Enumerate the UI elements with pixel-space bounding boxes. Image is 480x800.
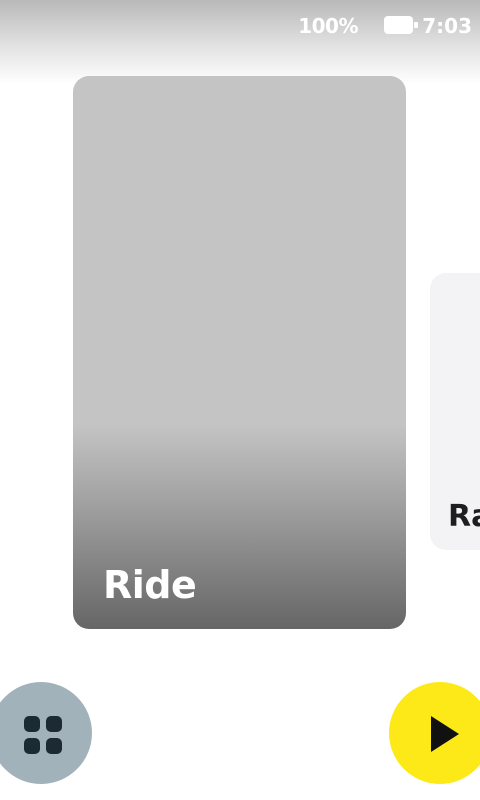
status-time: 7:03 bbox=[422, 14, 472, 38]
activity-card-next[interactable]: Ra bbox=[430, 273, 480, 550]
status-bar: 100% 7:03 bbox=[0, 0, 480, 84]
menu-button[interactable] bbox=[0, 682, 92, 784]
activity-card-label: Ra bbox=[448, 499, 480, 534]
play-button[interactable] bbox=[389, 682, 480, 784]
activity-card-ride[interactable]: Ride bbox=[73, 76, 406, 629]
play-icon bbox=[431, 716, 459, 752]
activity-card-label: Ride bbox=[103, 563, 197, 607]
grid-icon bbox=[24, 716, 62, 754]
battery-full-icon bbox=[384, 16, 418, 34]
battery-percent: 100% bbox=[298, 14, 358, 38]
app-screen: 100% 7:03 Ride Ra bbox=[0, 0, 480, 800]
